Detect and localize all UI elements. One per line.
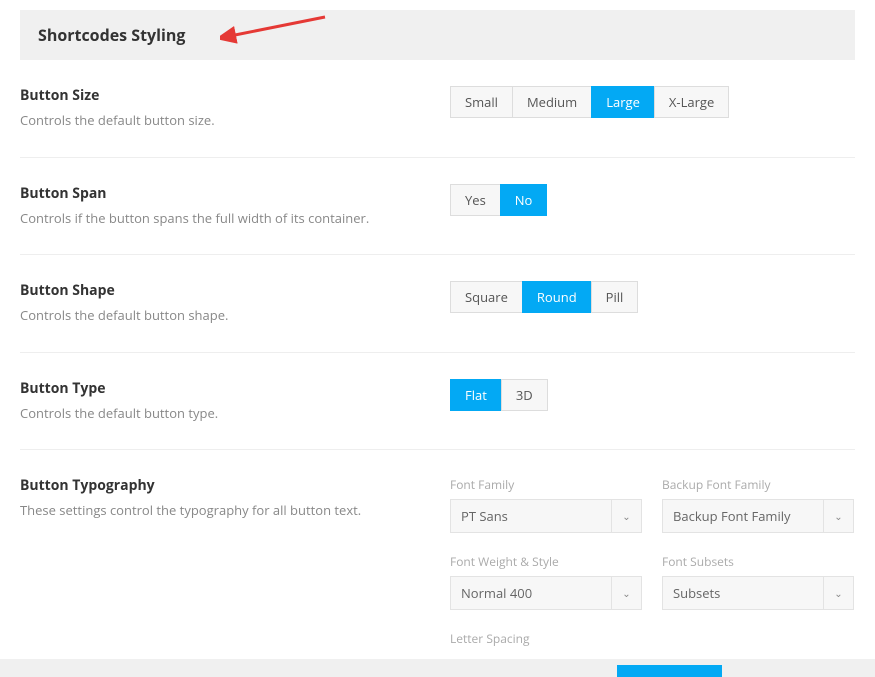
bottom-strip — [0, 659, 875, 677]
chevron-down-icon: ⌄ — [823, 500, 853, 532]
setting-desc: These settings control the typography fo… — [20, 501, 430, 521]
setting-desc: Controls if the button spans the full wi… — [20, 209, 430, 229]
option-no[interactable]: No — [500, 184, 548, 216]
font-family-select[interactable]: PT Sans ⌄ — [450, 499, 642, 533]
row-button-size: Button Size Controls the default button … — [20, 60, 855, 158]
button-span-group: Yes No — [450, 184, 547, 216]
setting-title: Button Shape — [20, 281, 430, 300]
backup-font-family-select[interactable]: Backup Font Family ⌄ — [662, 499, 854, 533]
setting-desc: Controls the default button type. — [20, 404, 430, 424]
field-label: Letter Spacing — [450, 630, 642, 647]
font-subsets-field: Font Subsets Subsets ⌄ — [662, 553, 854, 610]
row-button-typography: Button Typography These settings control… — [20, 450, 855, 659]
font-weight-select[interactable]: Normal 400 ⌄ — [450, 576, 642, 610]
row-button-type: Button Type Controls the default button … — [20, 353, 855, 451]
select-value: Subsets — [663, 584, 823, 602]
option-pill[interactable]: Pill — [591, 281, 639, 313]
section-title: Shortcodes Styling — [38, 24, 837, 46]
setting-desc: Controls the default button size. — [20, 111, 430, 131]
select-value: Normal 400 — [451, 584, 611, 602]
font-weight-field: Font Weight & Style Normal 400 ⌄ — [450, 553, 642, 610]
select-value: Backup Font Family — [663, 507, 823, 525]
option-yes[interactable]: Yes — [450, 184, 501, 216]
setting-desc: Controls the default button shape. — [20, 306, 430, 326]
chevron-down-icon: ⌄ — [823, 577, 853, 609]
font-family-field: Font Family PT Sans ⌄ — [450, 476, 642, 533]
setting-title: Button Typography — [20, 476, 430, 495]
font-subsets-select[interactable]: Subsets ⌄ — [662, 576, 854, 610]
option-flat[interactable]: Flat — [450, 379, 502, 411]
field-label: Font Weight & Style — [450, 553, 642, 570]
chevron-down-icon: ⌄ — [611, 500, 641, 532]
letter-spacing-field: Letter Spacing — [450, 630, 642, 653]
field-label: Font Subsets — [662, 553, 854, 570]
button-shape-group: Square Round Pill — [450, 281, 638, 313]
option-square[interactable]: Square — [450, 281, 523, 313]
chevron-down-icon: ⌄ — [611, 577, 641, 609]
option-round[interactable]: Round — [522, 281, 592, 313]
backup-font-family-field: Backup Font Family Backup Font Family ⌄ — [662, 476, 854, 533]
select-value: PT Sans — [451, 507, 611, 525]
option-large[interactable]: Large — [591, 86, 655, 118]
setting-title: Button Size — [20, 86, 430, 105]
button-type-group: Flat 3D — [450, 379, 548, 411]
row-button-shape: Button Shape Controls the default button… — [20, 255, 855, 353]
button-size-group: Small Medium Large X-Large — [450, 86, 729, 118]
option-3d[interactable]: 3D — [501, 379, 548, 411]
option-medium[interactable]: Medium — [512, 86, 592, 118]
field-label: Backup Font Family — [662, 476, 854, 493]
option-xlarge[interactable]: X-Large — [654, 86, 729, 118]
field-label: Font Family — [450, 476, 642, 493]
option-small[interactable]: Small — [450, 86, 513, 118]
row-button-span: Button Span Controls if the button spans… — [20, 158, 855, 256]
setting-title: Button Type — [20, 379, 430, 398]
setting-title: Button Span — [20, 184, 430, 203]
section-header: Shortcodes Styling — [20, 10, 855, 60]
partial-button[interactable] — [617, 665, 722, 677]
